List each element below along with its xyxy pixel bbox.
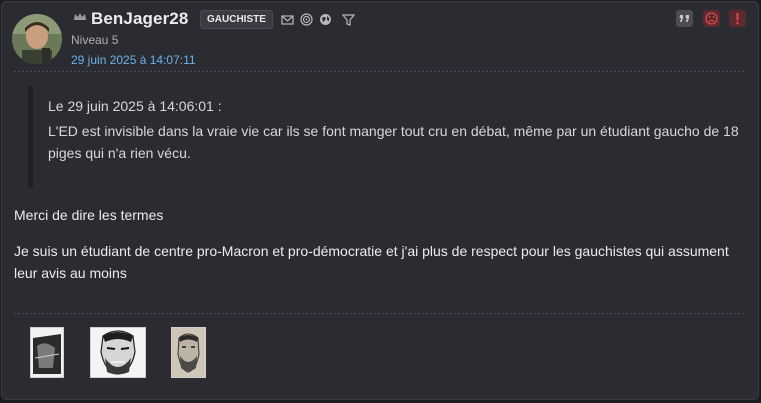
message-paragraph: Merci de dire les termes <box>14 207 164 223</box>
mail-icon[interactable] <box>281 13 294 26</box>
spiral-icon[interactable] <box>300 13 313 26</box>
globe-icon[interactable] <box>319 13 332 26</box>
report-button[interactable] <box>729 10 746 27</box>
forum-post: BenJager28 GAUCHISTE Niveau 5 29 juin 20… <box>1 1 759 400</box>
sad-reaction-button[interactable] <box>703 10 720 27</box>
header-divider <box>14 71 746 72</box>
avatar[interactable] <box>12 14 62 64</box>
quote-button[interactable] <box>676 10 693 27</box>
message-paragraph: Je suis un étudiant de centre pro-Macron… <box>14 243 729 281</box>
sticker-image[interactable] <box>30 327 64 378</box>
crown-icon <box>74 13 86 20</box>
quote-icon <box>679 15 689 22</box>
sticker-image[interactable] <box>171 327 206 378</box>
quote-block: Le 29 juin 2025 à 14:06:01 : L'ED est in… <box>28 86 748 188</box>
user-level: Niveau 5 <box>71 33 119 47</box>
quote-text: L'ED est invisible dans la vraie vie car… <box>48 123 739 161</box>
post-timestamp-link[interactable]: 29 juin 2025 à 14:07:11 <box>71 53 196 67</box>
username[interactable]: BenJager28 <box>91 9 188 29</box>
user-tag-badge: GAUCHISTE <box>200 10 273 29</box>
sad-face-icon <box>705 12 718 25</box>
alert-icon <box>736 13 739 25</box>
filter-icon[interactable] <box>342 13 355 26</box>
sticker-image[interactable] <box>90 327 146 378</box>
signature-divider <box>14 313 746 314</box>
quote-header: Le 29 juin 2025 à 14:06:01 : <box>48 98 222 114</box>
